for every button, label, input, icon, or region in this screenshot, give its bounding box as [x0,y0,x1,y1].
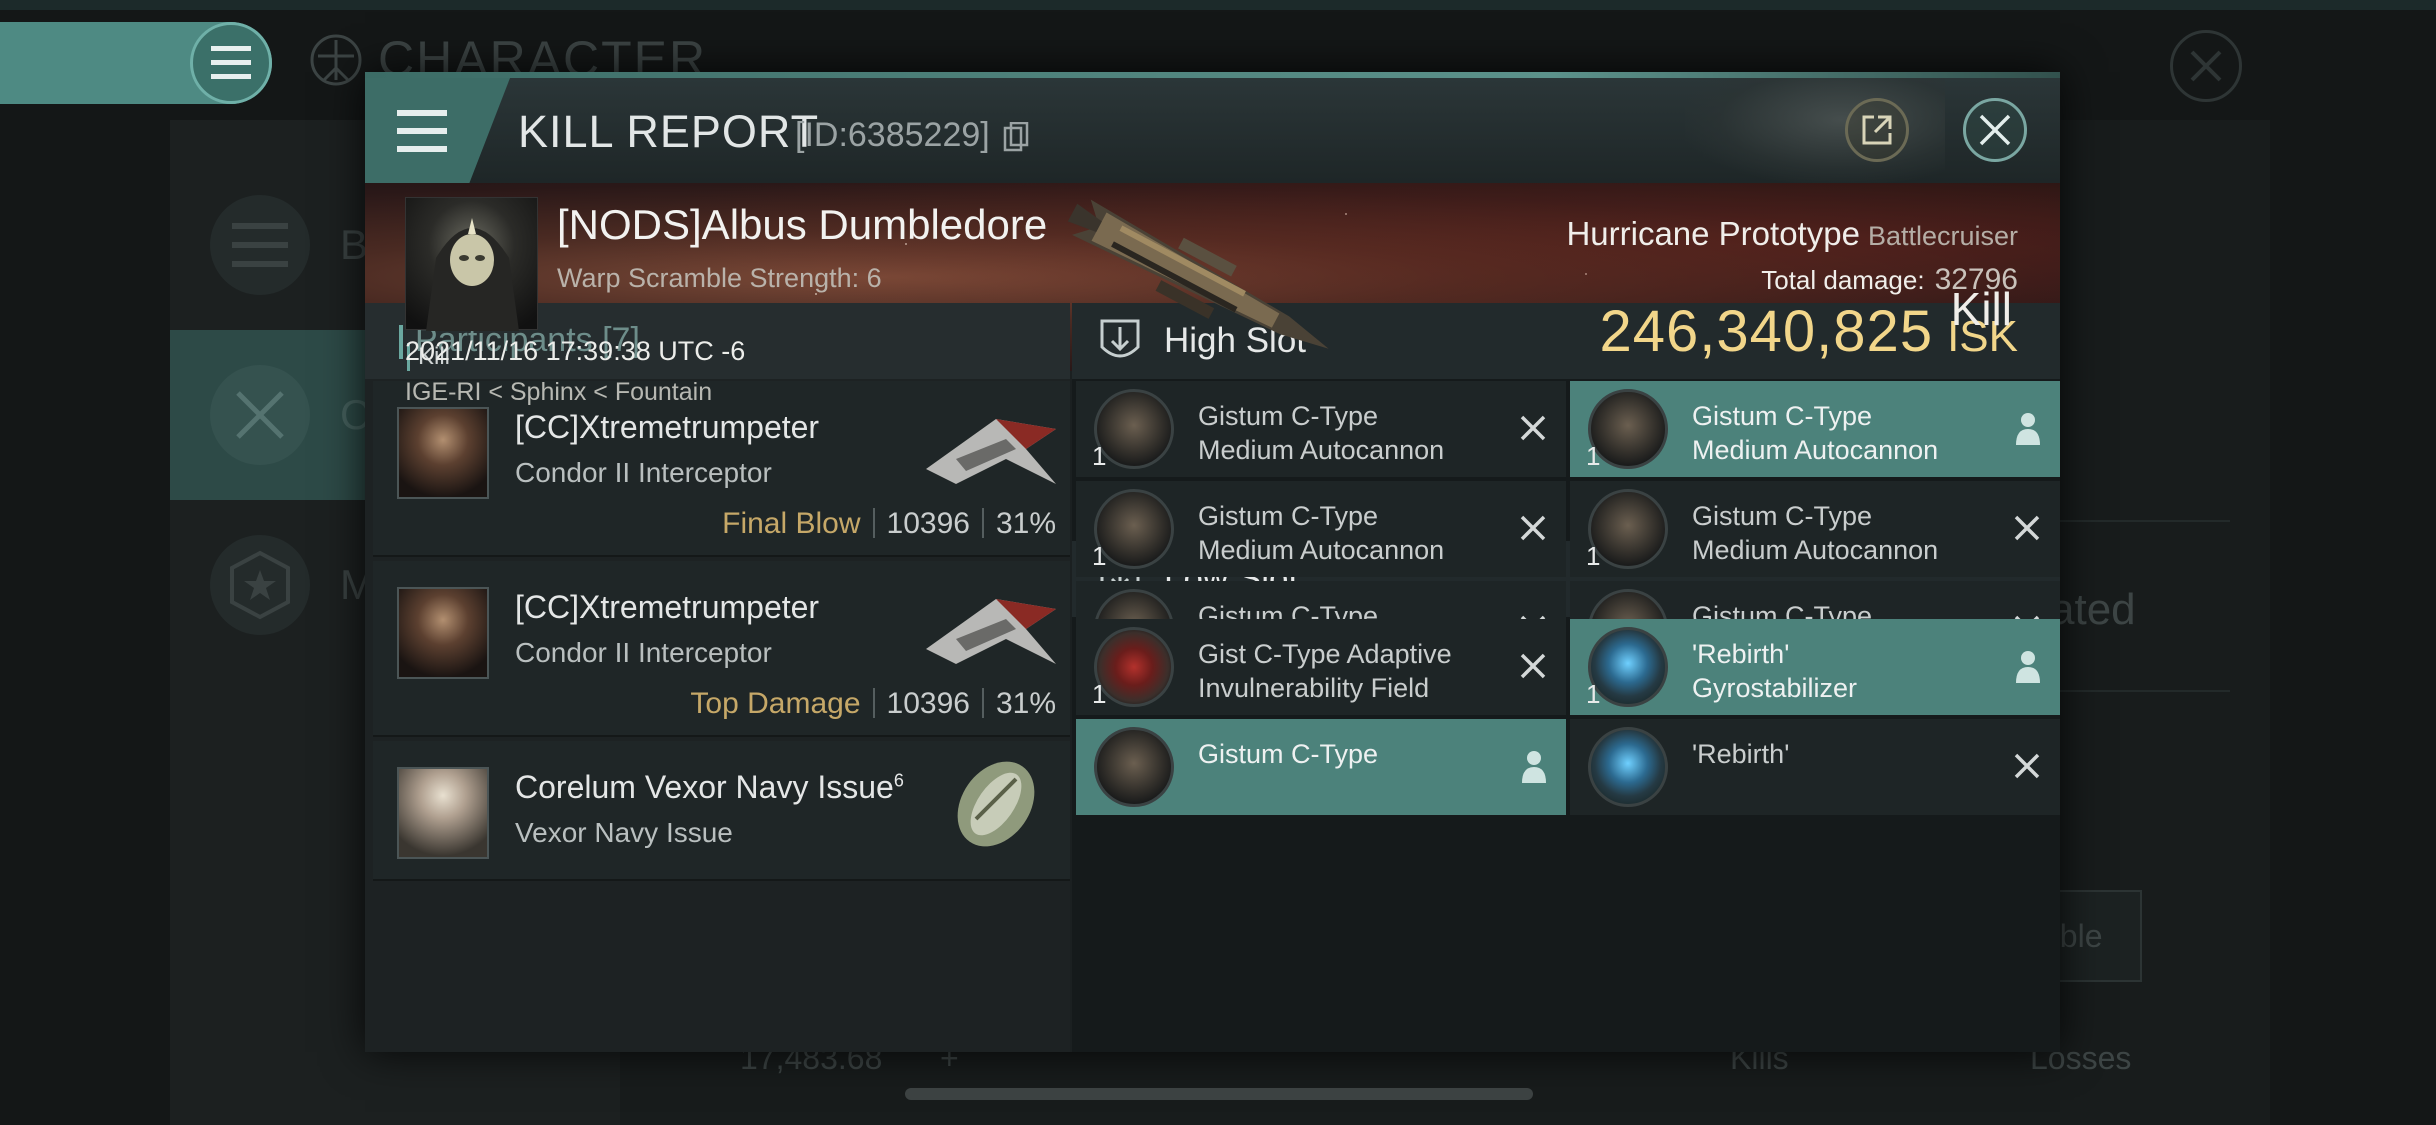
destroyed-x-icon [2014,753,2040,779]
fitting-module[interactable]: 1 Gistum C-TypeMedium Autocannon [1076,481,1566,577]
module-quantity: 1 [1586,541,1601,571]
participant-portrait [397,767,489,859]
victim-portrait[interactable] [405,197,538,331]
participant-ship-image [926,599,1056,664]
kill-datetime: 2021/11/16 17:39:38 UTC -6 [405,336,746,366]
fitting-module[interactable]: 'Rebirth' [1570,719,2060,815]
fitting-module[interactable]: 1 Gistum C-TypeMedium Autocannon [1570,481,2060,577]
bg-menu-button[interactable] [190,22,272,104]
swords-icon [236,391,284,439]
participant-ship: Vexor Navy Issue [515,817,733,848]
copy-icon[interactable] [1003,122,1029,152]
module-icon [1588,727,1668,807]
result-label: Kill [1950,283,2012,335]
module-name: Gistum C-TypeMedium Autocannon [1692,401,1939,465]
module-name: Gistum C-TypeMedium Autocannon [1198,401,1445,465]
destroyed-x-icon [2014,515,2040,541]
kill-location[interactable]: IGE-RI < Sphinx < Fountain [405,378,712,407]
hooded-pilot-icon [426,218,519,331]
destroyed-x-icon [1520,653,1546,679]
hamburger-icon [397,110,447,152]
module-icon [1094,727,1174,807]
participant-name: [CC]Xtremetrumpeter [515,589,820,625]
dropped-person-icon [2016,651,2040,683]
participant-ship: Condor II Interceptor [515,457,772,488]
destroyed-x-icon [1520,415,1546,441]
kill-report-modal: KILL REPORT [ID:6385229] [NODS]Albus Dum… [365,72,2060,1052]
fitting-module[interactable]: 1 'Rebirth' Gyrostabilizer [1570,619,2060,715]
victim-detail: Warp Scramble Strength: 6 [557,263,882,293]
module-quantity: 1 [1092,541,1107,571]
participant-name: [CC]Xtremetrumpeter [515,409,820,445]
star-badge-icon [230,550,290,620]
dropped-person-icon [2016,413,2040,445]
status-strip [0,0,2436,10]
module-name: 'Rebirth' [1692,739,1790,769]
participant-stats: Final Blow 10396 31% [722,507,1056,541]
hamburger-icon [211,46,251,79]
fitting-module[interactable]: 1 Gist C-Type Adaptive Invulnerability Fie… [1076,619,1566,715]
participant-portrait [397,587,489,679]
ship-class: Battlecruiser [1867,221,2018,251]
participant-portrait [397,407,489,499]
modal-title: KILL REPORT [518,106,820,157]
list-icon [232,223,288,267]
bg-divider [2060,520,2230,522]
victim-ship-name[interactable]: Hurricane Prototype Battlecruiser [1566,215,2018,253]
module-name: Gist C-Type Adaptive Invulnerability Fiel… [1198,639,1452,703]
participant-stats: Top Damage 10396 31% [690,687,1056,721]
participant-row[interactable]: [CC]Xtremetrumpeter Condor II Intercepto… [373,381,1070,557]
participant-ship-image [926,419,1056,484]
destroyed-x-icon [1520,515,1546,541]
share-icon [1862,115,1892,145]
dropped-person-icon [1522,751,1546,783]
header-accent-bar [399,325,403,359]
bg-partial-text: ated [2050,585,2136,634]
module-quantity: 1 [1092,441,1107,471]
ship-type: Hurricane Prototype [1566,215,1860,252]
close-icon [2190,50,2222,82]
close-button[interactable] [1963,98,2027,162]
isk-amount: 246,340,825 [1599,299,1934,364]
participant-row[interactable]: [CC]Xtremetrumpeter Condor II Intercepto… [373,561,1070,737]
home-indicator [905,1088,1533,1100]
module-name: Gistum C-Type [1198,739,1379,769]
modal-header: KILL REPORT [ID:6385229] [365,78,2060,183]
bg-divider [2060,690,2230,692]
report-id: [ID:6385229] [795,116,990,154]
participant-percent: 31% [995,507,1056,540]
participant-tag: Final Blow [722,507,861,540]
module-name: Gistum C-TypeMedium Autocannon [1198,501,1445,565]
participant-percent: 31% [995,687,1056,720]
fitting-module[interactable]: 1 Gistum C-TypeMedium Autocannon [1570,381,2060,477]
bg-close-button[interactable] [2170,30,2242,102]
module-name: 'Rebirth' Gyrostabilizer [1692,639,1858,703]
fitting-module[interactable]: 1 Gistum C-TypeMedium Autocannon [1076,381,1566,477]
share-button[interactable] [1845,98,1909,162]
participant-ship-image [957,761,1035,847]
module-quantity: 1 [1092,679,1107,709]
module-quantity: 1 [1586,441,1601,471]
module-name: Gistum C-TypeMedium Autocannon [1692,501,1939,565]
fitting-module[interactable]: Gistum C-Type [1076,719,1566,815]
participant-ship: Condor II Interceptor [515,637,772,668]
victim-name[interactable]: [NODS]Albus Dumbledore [557,201,1047,249]
participant-damage: 10396 [886,687,970,720]
participant-row[interactable]: Corelum Vexor Navy Issue6 Vexor Navy Iss… [373,741,1070,881]
total-damage-label: Total damage: [1761,265,1925,295]
vitruvian-icon [310,34,362,86]
module-quantity: 1 [1586,679,1601,709]
participant-name: Corelum Vexor Navy Issue6 [515,769,904,805]
participant-tag: Top Damage [690,687,861,720]
participant-damage: 10396 [886,507,970,540]
victim-ship-image[interactable] [1045,193,1365,371]
close-icon [1979,114,2011,146]
